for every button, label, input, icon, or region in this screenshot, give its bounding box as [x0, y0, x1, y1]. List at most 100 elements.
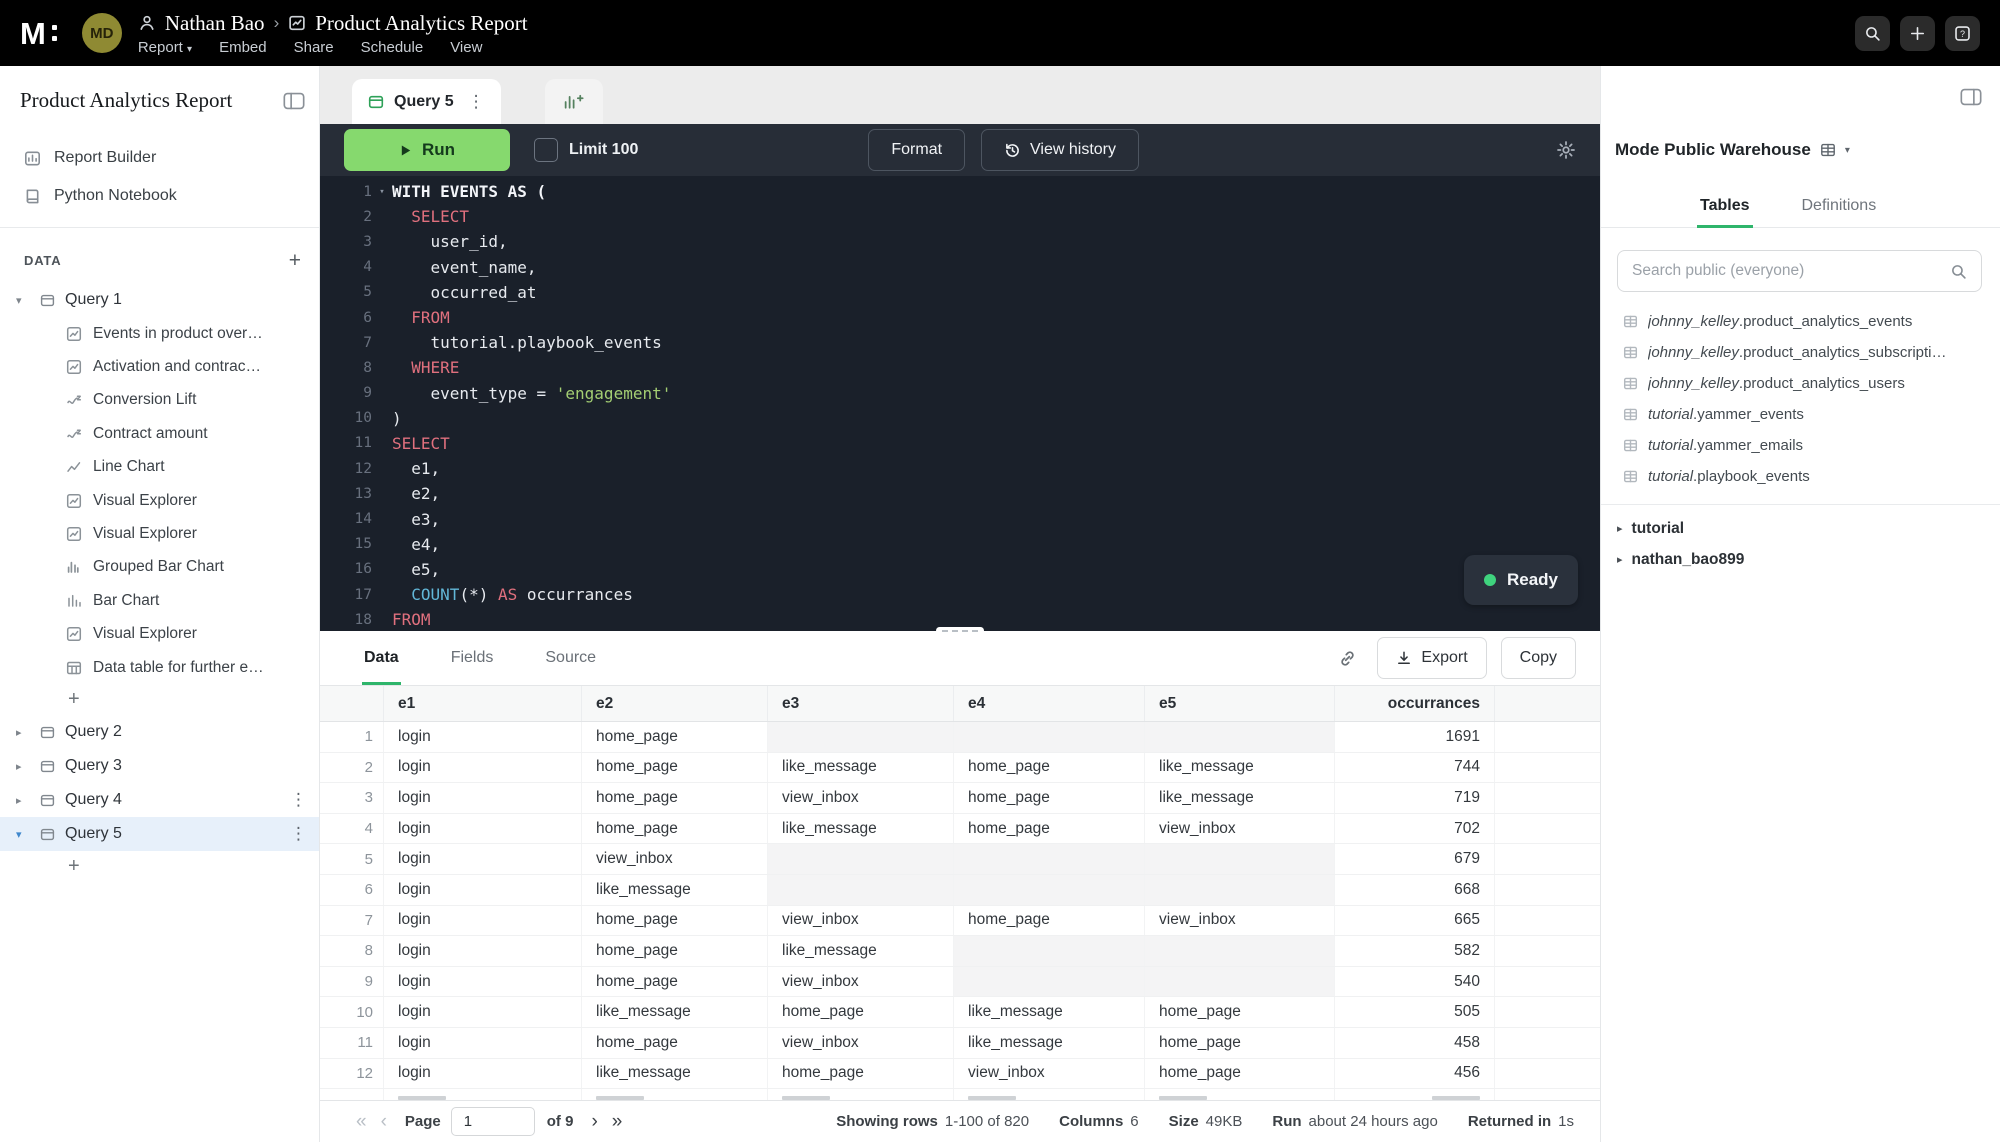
next-page-button[interactable]: ›	[591, 1112, 597, 1131]
add-query-button[interactable]: +	[0, 851, 319, 882]
column-header-e2[interactable]: e2	[582, 686, 768, 721]
fold-toggle-icon[interactable]: ▾	[372, 187, 392, 197]
column-header-e5[interactable]: e5	[1145, 686, 1335, 721]
query-item-query-5[interactable]: ▾Query 5⋮	[0, 817, 319, 851]
code-line-16[interactable]: 16 e5,	[320, 557, 1600, 582]
code-line-7[interactable]: 7 tutorial.playbook_events	[320, 330, 1600, 355]
code-line-5[interactable]: 5 occurred_at	[320, 280, 1600, 305]
schema-group-tutorial[interactable]: ▸tutorial	[1601, 513, 2000, 544]
copy-button[interactable]: Copy	[1501, 637, 1576, 679]
warehouse-name[interactable]: Mode Public Warehouse	[1615, 140, 1811, 160]
schema-table-yammer-emails[interactable]: tutorial.yammer_emails	[1601, 430, 2000, 461]
kebab-menu-icon[interactable]: ⋮	[290, 790, 307, 810]
schema-table-product-analytics-users[interactable]: johnny_kelley.product_analytics_users	[1601, 368, 2000, 399]
limit-checkbox[interactable]	[534, 138, 558, 162]
chevron-right-icon[interactable]: ▸	[16, 760, 32, 773]
chevron-right-icon[interactable]: ▸	[16, 726, 32, 739]
query-item-query-3[interactable]: ▸Query 3	[0, 749, 319, 783]
chart-item-conversion-lift[interactable]: Conversion Lift	[0, 384, 319, 417]
chart-item-bar-chart[interactable]: Bar Chart	[0, 584, 319, 617]
panel-resize-handle[interactable]	[936, 627, 984, 634]
chart-item-contract-amount[interactable]: Contract amount	[0, 417, 319, 450]
view-history-button[interactable]: View history	[981, 129, 1139, 171]
chart-item-visual-explorer[interactable]: Visual Explorer	[0, 618, 319, 651]
chart-item-events-in-product-over[interactable]: Events in product over…	[0, 317, 319, 350]
add-chart-button[interactable]: +	[0, 684, 319, 715]
chart-item-data-table-for-further-e[interactable]: Data table for further e…	[0, 651, 319, 684]
export-button[interactable]: Export	[1377, 637, 1486, 679]
table-row-12[interactable]: 12loginlike_messagehome_pageview_inboxho…	[320, 1059, 1600, 1090]
schema-table-product-analytics-subscripti[interactable]: johnny_kelley.product_analytics_subscrip…	[1601, 337, 2000, 368]
breadcrumb-user[interactable]: Nathan Bao	[165, 11, 265, 36]
column-header-e3[interactable]: e3	[768, 686, 954, 721]
schema-table-playbook-events[interactable]: tutorial.playbook_events	[1601, 461, 2000, 492]
code-line-4[interactable]: 4 event_name,	[320, 255, 1600, 280]
tab-data[interactable]: Data	[362, 631, 401, 685]
chevron-right-icon[interactable]: ▸	[1617, 522, 1623, 535]
column-header-e1[interactable]: e1	[384, 686, 582, 721]
code-line-17[interactable]: 17 COUNT(*) AS occurrances	[320, 582, 1600, 607]
table-row-2[interactable]: 2loginhome_pagelike_messagehome_pagelike…	[320, 753, 1600, 784]
code-line-3[interactable]: 3 user_id,	[320, 229, 1600, 254]
run-button[interactable]: Run	[344, 129, 510, 171]
chevron-down-icon[interactable]: ▾	[16, 294, 32, 307]
table-row-10[interactable]: 10loginlike_messagehome_pagelike_message…	[320, 997, 1600, 1028]
table-row-3[interactable]: 3loginhome_pageview_inboxhome_pagelike_m…	[320, 783, 1600, 814]
chart-item-activation-and-contrac[interactable]: Activation and contrac…	[0, 350, 319, 383]
tab-query-5[interactable]: Query 5 ⋮	[352, 79, 501, 124]
avatar[interactable]: MD	[82, 13, 122, 53]
last-page-button[interactable]: »	[612, 1112, 623, 1131]
table-row-9[interactable]: 9loginhome_pageview_inbox540	[320, 967, 1600, 998]
table-row-1[interactable]: 1loginhome_page1691	[320, 722, 1600, 753]
column-header-e4[interactable]: e4	[954, 686, 1145, 721]
chart-item-visual-explorer[interactable]: Visual Explorer	[0, 484, 319, 517]
tab-fields[interactable]: Fields	[449, 631, 496, 685]
table-row-11[interactable]: 11loginhome_pageview_inboxlike_messageho…	[320, 1028, 1600, 1059]
table-row-5[interactable]: 5loginview_inbox679	[320, 844, 1600, 875]
sql-editor[interactable]: 1▾WITH EVENTS AS (2 SELECT3 user_id,4 ev…	[320, 176, 1600, 631]
table-row-6[interactable]: 6loginlike_message668	[320, 875, 1600, 906]
search-button[interactable]	[1855, 16, 1890, 51]
menu-item-share[interactable]: Share	[294, 39, 334, 56]
query-item-query-4[interactable]: ▸Query 4⋮	[0, 783, 319, 817]
breadcrumb-report-title[interactable]: Product Analytics Report	[315, 11, 527, 36]
add-data-button[interactable]: +	[289, 250, 301, 271]
chevron-down-icon[interactable]: ▾	[1845, 145, 1850, 156]
column-header-occurrances[interactable]: occurrances	[1335, 686, 1495, 721]
page-number-input[interactable]	[451, 1107, 535, 1136]
table-row-4[interactable]: 4loginhome_pagelike_messagehome_pageview…	[320, 814, 1600, 845]
menu-item-view[interactable]: View	[450, 39, 482, 56]
code-line-12[interactable]: 12 e1,	[320, 456, 1600, 481]
collapse-left-panel-button[interactable]	[283, 92, 305, 110]
tab-tables[interactable]: Tables	[1697, 184, 1753, 227]
chevron-right-icon[interactable]: ▸	[1617, 553, 1623, 566]
sidebar-item-python-notebook[interactable]: Python Notebook	[0, 177, 319, 215]
tab-definitions[interactable]: Definitions	[1799, 184, 1880, 227]
code-line-15[interactable]: 15 e4,	[320, 532, 1600, 557]
table-row-7[interactable]: 7loginhome_pageview_inboxhome_pageview_i…	[320, 906, 1600, 937]
chart-item-line-chart[interactable]: Line Chart	[0, 451, 319, 484]
add-button[interactable]	[1900, 16, 1935, 51]
code-line-9[interactable]: 9 event_type = 'engagement'	[320, 381, 1600, 406]
schema-table-yammer-events[interactable]: tutorial.yammer_events	[1601, 399, 2000, 430]
tab-source[interactable]: Source	[543, 631, 598, 685]
query-item-query-1[interactable]: ▾Query 1	[0, 283, 319, 317]
schema-table-product-analytics-events[interactable]: johnny_kelley.product_analytics_events	[1601, 306, 2000, 337]
code-line-1[interactable]: 1▾WITH EVENTS AS (	[320, 179, 1600, 204]
kebab-menu-icon[interactable]: ⋮	[468, 92, 485, 112]
kebab-menu-icon[interactable]: ⋮	[290, 824, 307, 844]
settings-gear-icon[interactable]	[1556, 140, 1576, 160]
menu-item-schedule[interactable]: Schedule	[361, 39, 424, 56]
schema-group-nathan-bao899[interactable]: ▸nathan_bao899	[1601, 544, 2000, 575]
chevron-down-icon[interactable]: ▾	[16, 828, 32, 841]
add-chart-tab[interactable]	[545, 79, 603, 124]
code-line-8[interactable]: 8 WHERE	[320, 355, 1600, 380]
code-line-14[interactable]: 14 e3,	[320, 506, 1600, 531]
menu-item-embed[interactable]: Embed	[219, 39, 267, 56]
code-line-10[interactable]: 10)	[320, 406, 1600, 431]
table-row-8[interactable]: 8loginhome_pagelike_message582	[320, 936, 1600, 967]
schema-search-input[interactable]	[1632, 262, 1942, 280]
help-button[interactable]: ?	[1945, 16, 1980, 51]
query-item-query-2[interactable]: ▸Query 2	[0, 715, 319, 749]
chart-item-visual-explorer[interactable]: Visual Explorer	[0, 517, 319, 550]
